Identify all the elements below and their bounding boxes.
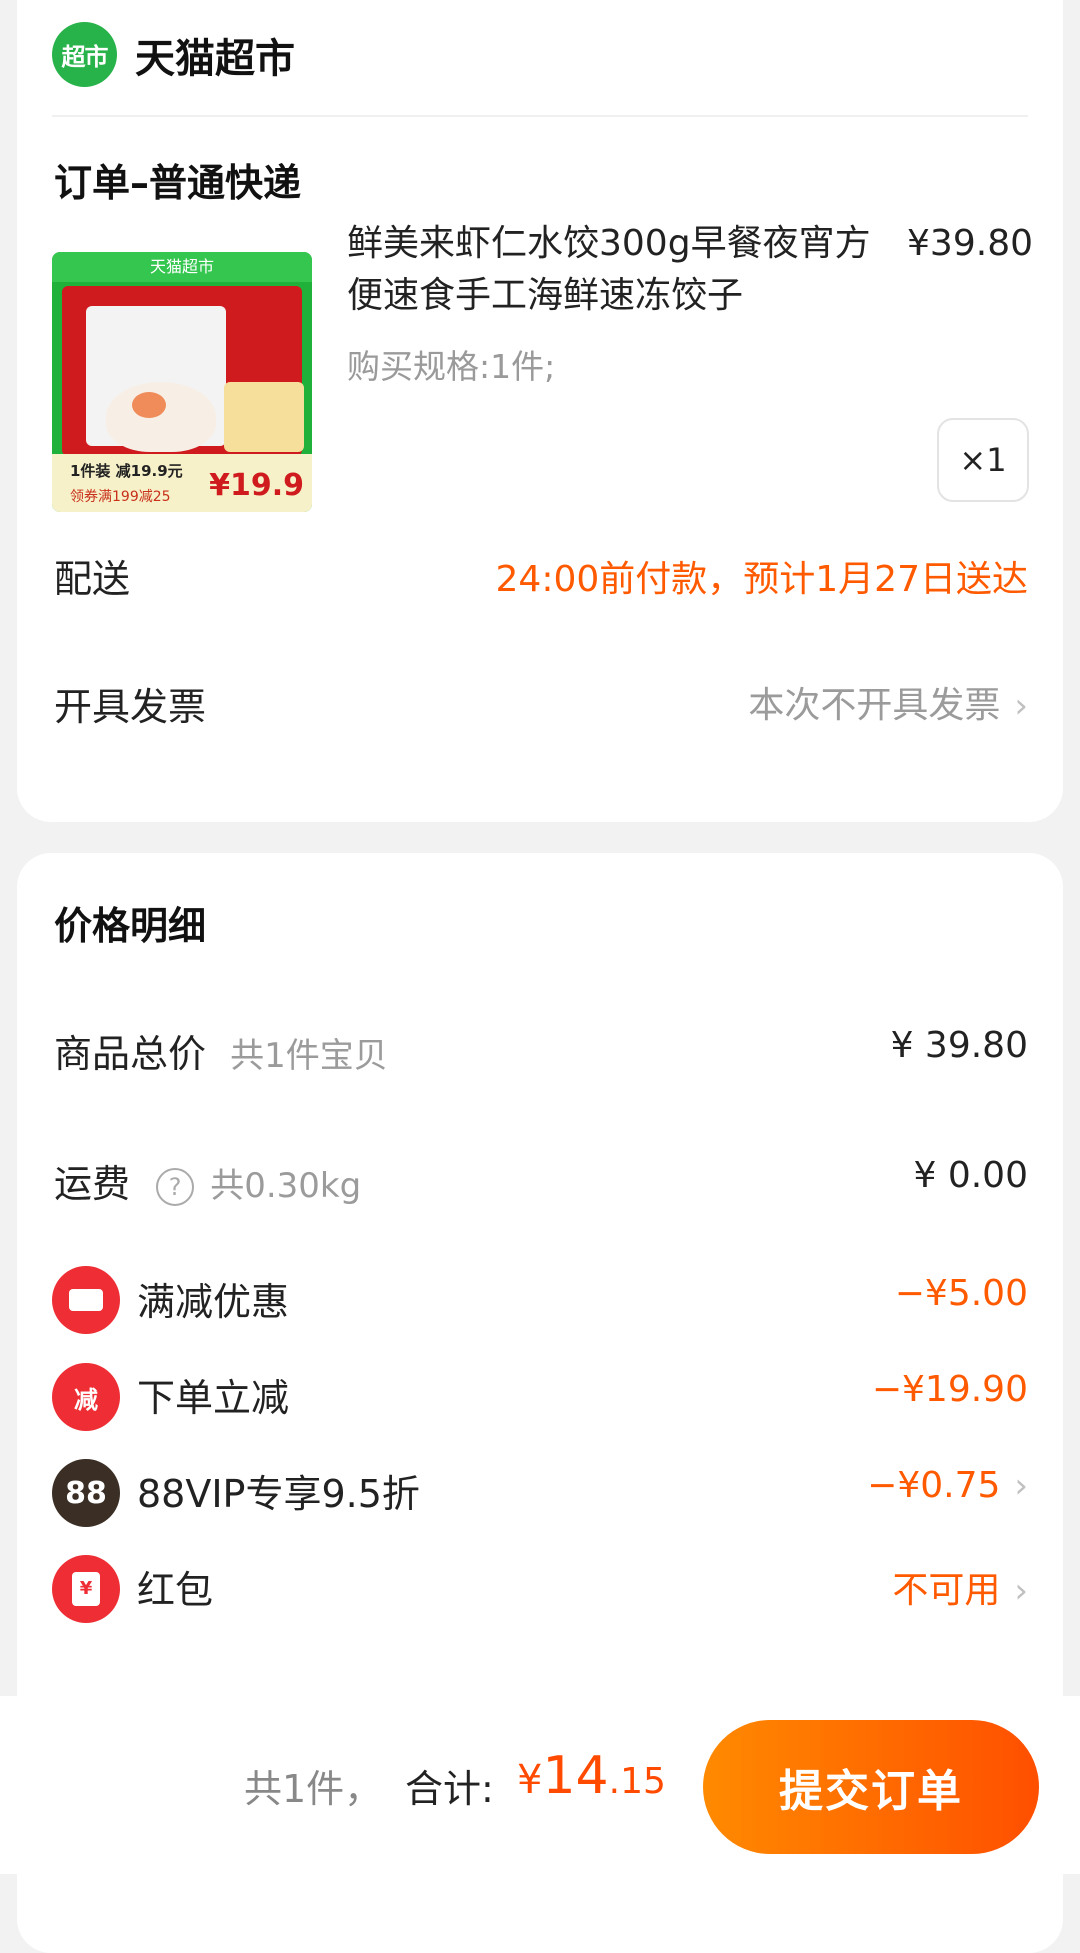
shipping-label: 运费: [54, 1162, 131, 1206]
red-packet-icon: ¥: [52, 1555, 120, 1623]
price-detail-title: 价格明细: [54, 904, 207, 948]
discount-label: 下单立减: [137, 1376, 290, 1420]
submit-order-button[interactable]: 提交订单: [703, 1720, 1039, 1854]
chevron-right-icon: ›: [1014, 1466, 1028, 1506]
product-price: ¥39.80: [907, 223, 1033, 264]
goods-total-row: 商品总价 共1件宝贝: [54, 1023, 388, 1078]
checkout-bar: 共1件， 合计: ¥14.15 提交订单: [0, 1696, 1080, 1874]
shipping-weight: 共0.30kg: [210, 1166, 362, 1206]
ticket-icon: [52, 1266, 120, 1334]
discount-value: −¥0.75: [867, 1465, 1001, 1506]
discount-label: 红包: [137, 1568, 214, 1612]
88vip-icon: 88: [52, 1459, 120, 1527]
invoice-row[interactable]: 本次不开具发票 ›: [748, 676, 1028, 728]
red-packet-row[interactable]: 不可用 ›: [892, 1561, 1028, 1613]
tmall-supermarket-logo: 超市: [52, 22, 117, 87]
store-name[interactable]: 天猫超市: [135, 26, 295, 84]
goods-total-label: 商品总价: [54, 1032, 207, 1076]
order-section-title: 订单–普通快递: [54, 161, 302, 205]
shipping-row: 运费 ? 共0.30kg: [54, 1153, 361, 1208]
discount-value: 不可用: [892, 1570, 1001, 1611]
discount-label: 满减优惠: [137, 1280, 290, 1324]
product-image[interactable]: 天猫超市 1件装 减19.9元 领券满199减25 ¥19.9: [52, 252, 312, 512]
vip-discount-row[interactable]: −¥0.75 ›: [867, 1465, 1028, 1506]
delivery-value: 24:00前付款，预计1月27日送达: [495, 559, 1028, 600]
jian-icon: 减: [52, 1363, 120, 1431]
image-price: ¥19.9: [209, 468, 304, 503]
delivery-label: 配送: [54, 557, 131, 601]
order-card: 超市 天猫超市 订单–普通快递 天猫超市 1件装 减19.9元 领券满199减2…: [17, 0, 1063, 822]
invoice-value: 本次不开具发票: [748, 685, 1001, 726]
product-spec[interactable]: 购买规格:1件;: [347, 340, 555, 388]
goods-total-value: ¥ 39.80: [890, 1025, 1028, 1066]
item-count: 共1件，: [244, 1767, 383, 1811]
chevron-right-icon: ›: [1014, 686, 1028, 726]
total-amount: ¥14.15: [517, 1746, 666, 1806]
product-title[interactable]: 鲜美来虾仁水饺300g早餐夜宵方便速食手工海鲜速冻饺子: [347, 218, 887, 322]
invoice-label: 开具发票: [54, 685, 207, 729]
image-band: 天猫超市: [52, 252, 312, 282]
total-label: 合计:: [405, 1767, 494, 1811]
shipping-value: ¥ 0.00: [913, 1155, 1028, 1196]
image-coupon-text: 领券满199减25: [70, 489, 171, 505]
goods-count: 共1件宝贝: [230, 1036, 388, 1076]
image-promo-text: 1件装 减19.9元: [70, 462, 183, 480]
discount-value: −¥5.00: [894, 1273, 1028, 1314]
chevron-right-icon: ›: [1014, 1571, 1028, 1611]
quantity-stepper[interactable]: ×1: [937, 418, 1029, 502]
discount-label: 88VIP专享9.5折: [137, 1472, 420, 1516]
help-icon[interactable]: ?: [156, 1167, 195, 1206]
divider: [52, 115, 1028, 117]
discount-value: −¥19.90: [871, 1369, 1028, 1410]
